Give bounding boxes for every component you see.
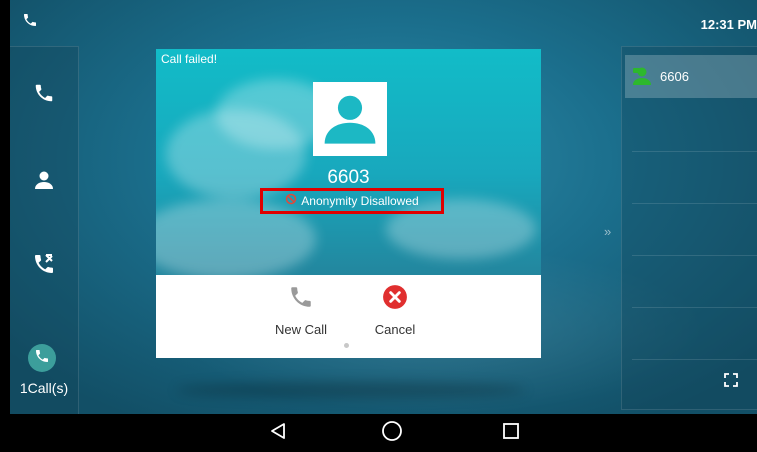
- contact-icon: [32, 168, 56, 197]
- back-triangle-icon: [269, 422, 287, 445]
- line-key-label: 6606: [660, 69, 689, 84]
- line-panel: 6606: [621, 46, 757, 410]
- line-divider: [632, 307, 757, 308]
- line-divider: [632, 255, 757, 256]
- back-button[interactable]: [265, 420, 291, 446]
- fullscreen-expand-icon[interactable]: [723, 372, 739, 393]
- failure-reason: Anonymity Disallowed: [301, 194, 419, 208]
- calls-count-label: 1Call(s): [19, 380, 69, 396]
- caller-number: 6603: [327, 167, 370, 188]
- expand-arrow-icon[interactable]: »: [604, 224, 611, 239]
- line-divider: [632, 151, 757, 152]
- line-key-6606[interactable]: 6606: [625, 55, 757, 98]
- handset-icon: [288, 287, 314, 314]
- home-circle-icon: [381, 420, 403, 447]
- contacts-button[interactable]: [28, 166, 60, 198]
- contact-silhouette-icon: [321, 88, 379, 151]
- dialog-shadow: [176, 382, 526, 398]
- phone-status-icon: [22, 12, 38, 33]
- navigation-bar: [10, 414, 757, 452]
- new-call-label: New Call: [274, 322, 327, 337]
- recents-square-icon: [502, 422, 520, 445]
- failure-reason-highlight: Anonymity Disallowed: [260, 188, 444, 214]
- status-bar: 12:31 PM: [10, 0, 757, 40]
- call-history-button[interactable]: [28, 250, 60, 282]
- left-sidebar: 1Call(s): [10, 46, 79, 416]
- call-history-icon: [32, 252, 56, 281]
- cancel-button[interactable]: Cancel: [355, 284, 435, 337]
- active-call-icon: [34, 348, 50, 369]
- recents-button[interactable]: [498, 420, 524, 446]
- cancel-label: Cancel: [374, 322, 416, 337]
- avatar: [313, 82, 387, 156]
- clock: 12:31 PM: [700, 17, 757, 32]
- active-call-indicator[interactable]: [28, 344, 56, 372]
- call-failed-dialog: Call failed! 6603 Anonymity Disallowed N…: [156, 49, 541, 358]
- page-indicator-dot: [344, 343, 349, 348]
- home-button[interactable]: [379, 420, 405, 446]
- new-call-button[interactable]: New Call: [261, 284, 341, 337]
- phone-screen: 12:31 PM 1Call(s) Call failed! 6603 Anon…: [10, 0, 757, 452]
- line-divider: [632, 203, 757, 204]
- blocked-icon: [285, 192, 297, 210]
- phone-icon: [33, 82, 55, 109]
- account-registered-icon: [631, 66, 655, 91]
- line-divider: [632, 359, 757, 360]
- close-icon: [382, 285, 408, 314]
- dialog-title: Call failed!: [161, 52, 218, 66]
- dial-button[interactable]: [28, 79, 60, 111]
- dialog-banner: Call failed! 6603 Anonymity Disallowed: [156, 49, 541, 275]
